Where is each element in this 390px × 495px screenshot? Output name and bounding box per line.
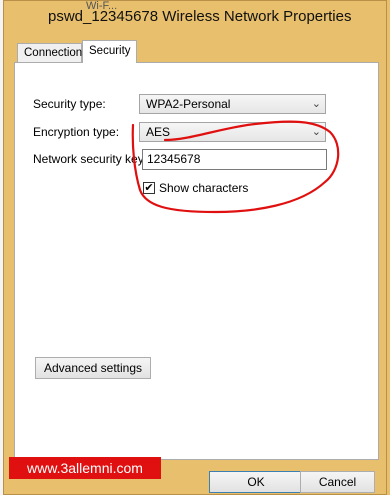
security-panel: Security type: WPA2-Personal ⌄ Encryptio… — [14, 62, 379, 460]
network-key-input[interactable]: 12345678 — [142, 149, 327, 170]
encryption-type-value: AES — [146, 125, 171, 139]
security-type-select[interactable]: WPA2-Personal ⌄ — [139, 94, 326, 114]
background-text-fragment: Wi-F... — [86, 0, 118, 12]
security-type-value: WPA2-Personal — [146, 97, 231, 111]
tab-connection[interactable]: Connection — [17, 43, 82, 62]
network-key-label: Network security key — [33, 152, 144, 166]
security-type-label: Security type: — [33, 97, 106, 111]
chevron-down-icon: ⌄ — [311, 98, 321, 110]
cancel-button[interactable]: Cancel — [300, 471, 375, 493]
encryption-type-select[interactable]: AES ⌄ — [139, 122, 326, 142]
watermark-banner: www.3allemni.com — [9, 457, 161, 479]
checkmark-icon: ✔ — [143, 182, 155, 194]
advanced-settings-button[interactable]: Advanced settings — [35, 357, 151, 379]
show-characters-label: Show characters — [159, 181, 249, 195]
tab-security[interactable]: Security — [82, 40, 137, 63]
encryption-type-label: Encryption type: — [33, 125, 120, 139]
chevron-down-icon: ⌄ — [311, 126, 321, 138]
ok-button[interactable]: OK — [209, 471, 303, 493]
